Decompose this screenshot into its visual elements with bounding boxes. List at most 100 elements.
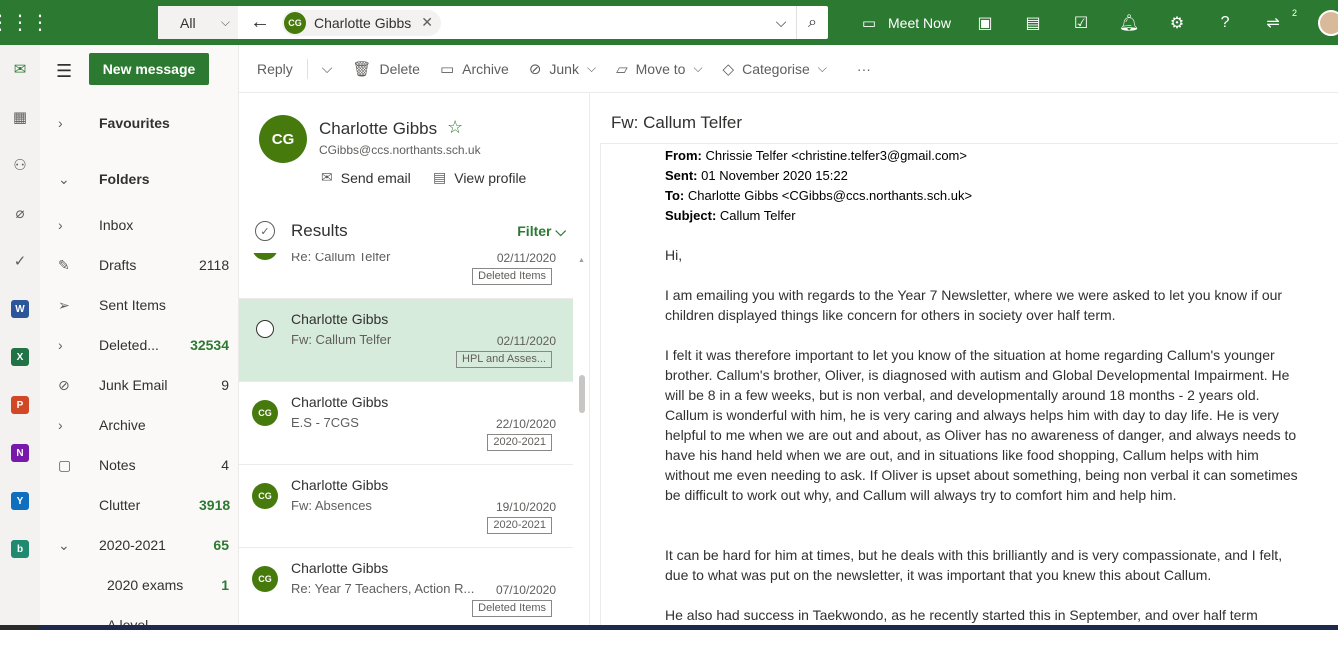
- folder-junk-email[interactable]: ⊘ Junk Email 9: [40, 365, 239, 405]
- avatar: CG: [252, 253, 278, 260]
- search-options-chevron-icon[interactable]: ⌵: [766, 14, 796, 31]
- view-profile-button[interactable]: ▤ View profile: [433, 169, 526, 186]
- subject-value: Callum Telfer: [719, 208, 796, 223]
- reply-options-chevron-icon[interactable]: ⌵: [312, 45, 343, 93]
- avatar: CG: [252, 566, 278, 592]
- folder-folders[interactable]: ⌄ Folders: [40, 159, 239, 199]
- word-icon[interactable]: W: [0, 285, 40, 333]
- chevron-right-icon[interactable]: ›: [40, 115, 99, 131]
- people-icon[interactable]: ⚇: [0, 141, 40, 189]
- search-chip-name: Charlotte Gibbs: [314, 14, 412, 31]
- email-paragraph: I felt it was therefore important to let…: [665, 347, 1298, 503]
- new-message-button[interactable]: New message: [89, 53, 209, 85]
- office-feed-icon[interactable]: ▤: [1009, 13, 1057, 33]
- message-date: 02/11/2020: [496, 253, 556, 265]
- chevron-down-icon[interactable]: ⌄: [40, 171, 99, 188]
- calendar-icon[interactable]: ▦: [0, 93, 40, 141]
- search-scope-dropdown[interactable]: All ⌵: [158, 6, 238, 39]
- search-box[interactable]: All ⌵ ← CG Charlotte Gibbs ✕ ⌵ ⌕: [158, 6, 828, 39]
- folder-tag[interactable]: Deleted Items: [472, 600, 552, 617]
- filter-button[interactable]: Filter ⌵: [517, 223, 566, 240]
- folder-2020-2021[interactable]: ⌄ 2020-2021 65: [40, 525, 239, 565]
- message-date: 19/10/2020: [495, 500, 556, 514]
- message-list-scrollbar[interactable]: ▲: [576, 253, 588, 630]
- search-person-chip[interactable]: CG Charlotte Gibbs ✕: [282, 9, 442, 36]
- close-icon[interactable]: ✕: [421, 14, 433, 31]
- my-day-icon[interactable]: ☑: [1057, 13, 1105, 33]
- folder-tag[interactable]: 2020-2021: [487, 434, 552, 451]
- archive-button[interactable]: ▭ Archive: [430, 45, 519, 93]
- bell-icon[interactable]: 🔔︎: [1105, 13, 1153, 33]
- chevron-right-icon[interactable]: ›: [40, 337, 99, 353]
- back-arrow-icon[interactable]: ←: [238, 11, 282, 34]
- reading-pane: Fw: Callum Telfer From: Chrissie Telfer …: [591, 93, 1338, 630]
- folder-count: 1: [221, 577, 229, 593]
- results-header: ✓ Results Filter ⌵: [239, 211, 590, 251]
- list-item[interactable]: CG Charlotte Gibbs Fw: Absences 19/10/20…: [239, 465, 573, 548]
- chevron-down-icon[interactable]: ⌵: [587, 61, 596, 76]
- meet-now-button[interactable]: ▭ Meet Now: [850, 14, 951, 32]
- todo-icon[interactable]: ✓: [0, 237, 40, 285]
- folder-label: Folders: [99, 171, 150, 187]
- folder-tag[interactable]: HPL and Asses...: [456, 351, 552, 368]
- subject-label: Subject:: [665, 208, 717, 223]
- delete-button[interactable]: 🗑︎ Delete: [342, 45, 430, 93]
- avatar: CG: [252, 400, 278, 426]
- junk-label: Junk: [549, 60, 579, 77]
- folder-archive[interactable]: › Archive: [40, 405, 239, 445]
- sent-label: Sent:: [665, 168, 698, 183]
- block-icon: ⊘: [528, 60, 542, 78]
- folder-label: Clutter: [99, 497, 141, 513]
- reply-button[interactable]: Reply: [239, 45, 303, 93]
- list-item[interactable]: CG Charlotte Gibbs Re: Year 7 Teachers, …: [239, 548, 573, 630]
- scrollbar-thumb[interactable]: [579, 375, 585, 413]
- chevron-down-icon[interactable]: ⌵: [818, 61, 827, 76]
- search-icon[interactable]: ⌕: [796, 6, 828, 39]
- folder-sent-items[interactable]: ➢ Sent Items: [40, 285, 239, 325]
- select-all-checkbox[interactable]: ✓: [255, 221, 275, 241]
- chevron-right-icon[interactable]: ›: [40, 417, 99, 433]
- attachment-icon[interactable]: ⌀: [0, 189, 40, 237]
- folder-tag[interactable]: 2020-2021: [487, 517, 552, 534]
- categorise-button[interactable]: ◇ Categorise ⌵: [713, 45, 837, 93]
- excel-icon[interactable]: X: [0, 333, 40, 381]
- folder-notes[interactable]: ▢ Notes 4: [40, 445, 239, 485]
- yammer-icon[interactable]: Y: [0, 477, 40, 525]
- folder-inbox[interactable]: › Inbox: [40, 205, 239, 245]
- bookings-icon[interactable]: b: [0, 525, 40, 573]
- list-item[interactable]: CG Charlotte Gibbs E.S - 7CGS 22/10/2020…: [239, 382, 573, 465]
- folder-tag[interactable]: Deleted Items: [472, 268, 552, 285]
- folder-drafts[interactable]: ✎ Drafts 2118: [40, 245, 239, 285]
- user-avatar[interactable]: [1318, 10, 1338, 36]
- app-launcher-icon[interactable]: ⋮⋮⋮: [0, 0, 50, 45]
- scroll-up-icon[interactable]: ▲: [578, 257, 585, 264]
- select-checkbox[interactable]: [256, 320, 274, 338]
- folder-favourites[interactable]: › Favourites: [40, 103, 239, 143]
- onenote-icon[interactable]: N: [0, 429, 40, 477]
- chevron-right-icon[interactable]: ›: [40, 217, 99, 233]
- help-icon[interactable]: ?: [1201, 14, 1249, 32]
- email-sent-line: Sent: 01 November 2020 15:22: [665, 168, 848, 183]
- email-paragraph: Hi,: [665, 247, 683, 263]
- whats-new-icon[interactable]: ⇌: [1249, 13, 1297, 33]
- chevron-down-icon[interactable]: ⌄: [40, 537, 99, 554]
- star-icon[interactable]: ☆: [447, 117, 463, 138]
- message-sender: Charlotte Gibbs: [291, 560, 389, 576]
- move-to-button[interactable]: ▱ Move to ⌵: [606, 45, 712, 93]
- folder-clutter[interactable]: Clutter 3918: [40, 485, 239, 525]
- hamburger-menu-icon[interactable]: ☰: [56, 61, 72, 82]
- send-email-button[interactable]: ✉ Send email: [321, 169, 411, 186]
- mail-icon[interactable]: ✉: [0, 45, 40, 93]
- list-item[interactable]: CG Re: Callum Telfer 02/11/2020 Deleted …: [239, 253, 573, 299]
- folder-deleted-items[interactable]: › Deleted... 32534: [40, 325, 239, 365]
- junk-button[interactable]: ⊘ Junk ⌵: [519, 45, 606, 93]
- chevron-down-icon[interactable]: ⌵: [693, 61, 702, 76]
- list-item[interactable]: Charlotte Gibbs Fw: Callum Telfer 02/11/…: [239, 299, 573, 382]
- powerpoint-icon[interactable]: P: [0, 381, 40, 429]
- contact-name: Charlotte Gibbs: [319, 119, 438, 138]
- gear-icon[interactable]: ⚙: [1153, 13, 1201, 33]
- archive-icon: ▭: [439, 60, 455, 78]
- skype-chat-icon[interactable]: ▣: [961, 13, 1009, 33]
- folder-2020-exams[interactable]: 2020 exams 1: [40, 565, 239, 605]
- more-actions-button[interactable]: ···: [837, 45, 881, 93]
